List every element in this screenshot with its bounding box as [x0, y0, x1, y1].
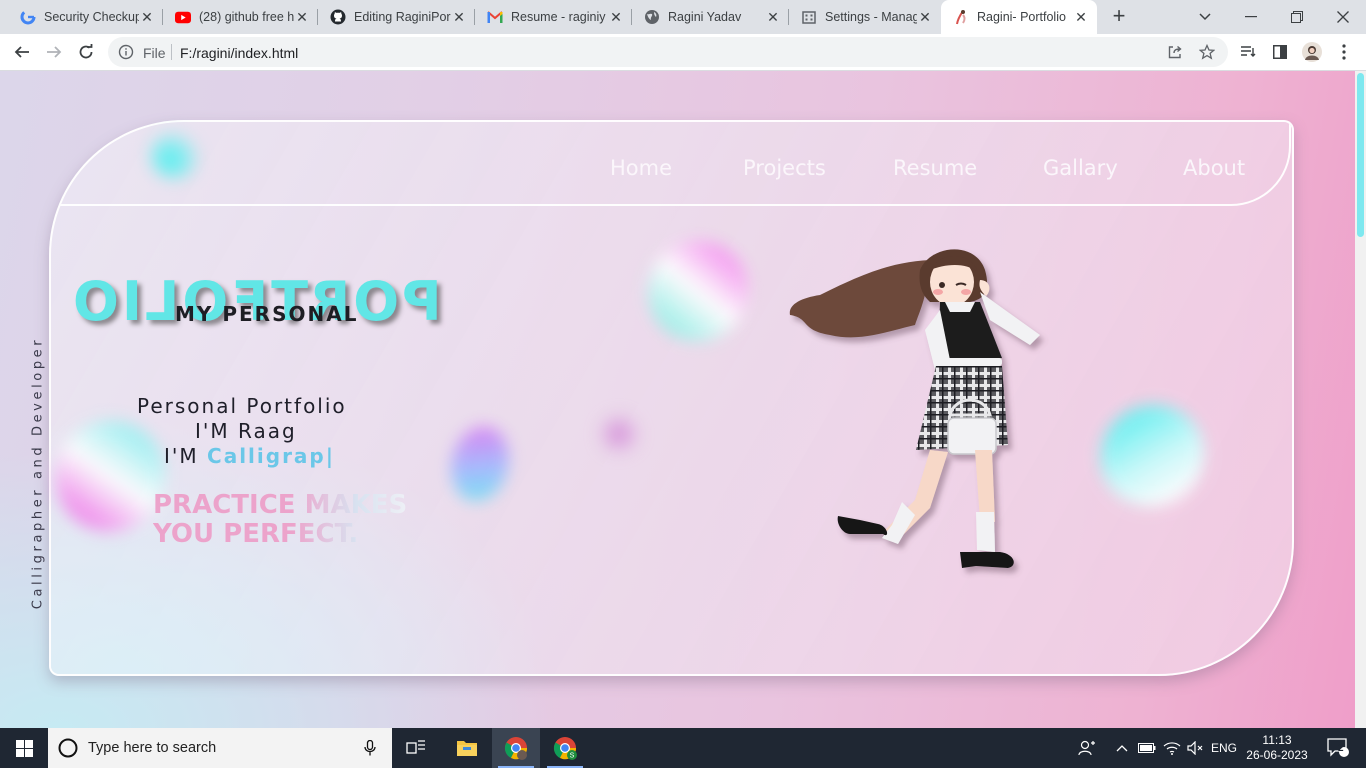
tab-title: Settings - Manag [825, 10, 917, 24]
bookmark-star-icon[interactable] [1198, 43, 1216, 60]
tab-title: Editing RaginiPor [354, 10, 451, 24]
svg-text:S: S [570, 753, 575, 760]
back-button[interactable] [8, 38, 36, 66]
browser-tab-strip: Security Checkup ✕ (28) github free h ✕ … [0, 0, 1366, 34]
windows-start-icon[interactable] [0, 728, 48, 768]
browser-toolbar: File F:/ragini/index.html [0, 34, 1366, 71]
close-tab-icon[interactable]: ✕ [608, 9, 624, 25]
file-explorer-icon[interactable] [443, 728, 491, 768]
address-bar[interactable]: File F:/ragini/index.html [108, 37, 1228, 67]
search-icon [58, 738, 78, 763]
system-clock[interactable]: 11:13 26-06-2023 [1244, 728, 1310, 768]
intro-line-3: I'M Calligrap| [164, 444, 335, 468]
motto-line-2: YOU PERFECT. [153, 519, 359, 549]
clock-date: 26-06-2023 [1246, 748, 1308, 762]
microphone-icon[interactable] [364, 739, 376, 761]
gmail-icon [487, 9, 503, 25]
close-tab-icon[interactable]: ✕ [1073, 9, 1089, 25]
tab-title: Security Checkup [44, 10, 139, 24]
windows-taskbar: Type here to search S ENG 11:13 26-06-20… [0, 728, 1366, 768]
restore-button[interactable] [1274, 0, 1320, 34]
input-language[interactable]: ENG [1208, 728, 1240, 768]
intro-line-1: Personal Portfolio [137, 394, 347, 418]
chrome-profile-taskbar-icon[interactable]: S [541, 728, 589, 768]
reading-list-icon[interactable] [1234, 38, 1262, 66]
close-tab-icon[interactable]: ✕ [139, 9, 155, 25]
my-personal-heading: MY PERSONAL [175, 302, 359, 326]
decorative-blob [598, 413, 640, 455]
tab-youtube[interactable]: (28) github free h ✕ [163, 0, 318, 34]
intro-line-2: I'M Raag [195, 419, 297, 443]
nav-home[interactable]: Home [610, 156, 672, 180]
search-placeholder: Type here to search [88, 740, 217, 756]
close-tab-icon[interactable]: ✕ [451, 9, 467, 25]
close-tab-icon[interactable]: ✕ [294, 9, 310, 25]
tab-github[interactable]: Editing RaginiPor ✕ [318, 0, 475, 34]
close-tab-icon[interactable]: ✕ [917, 9, 933, 25]
motto-quote: PRACTICE MAKES YOU PERFECT. [153, 491, 407, 549]
people-icon[interactable] [1074, 728, 1100, 768]
intro-prefix: I'M [164, 444, 199, 468]
page-viewport: Calligrapher and Developer Home Projects… [0, 71, 1355, 728]
tab-search-chevron-icon[interactable] [1182, 0, 1228, 34]
building-icon [801, 9, 817, 25]
nav-resume[interactable]: Resume [893, 156, 977, 180]
share-icon[interactable] [1167, 44, 1183, 60]
tab-ragini-yadav[interactable]: Ragini Yadav ✕ [632, 0, 789, 34]
tab-title: Ragini Yadav [668, 10, 742, 24]
notification-count: 2 [1338, 743, 1344, 754]
task-view-icon[interactable] [392, 728, 440, 768]
nav-panel: Home Projects Resume Gallary About [57, 122, 1291, 206]
nav-projects[interactable]: Projects [743, 156, 826, 180]
close-tab-icon[interactable]: ✕ [765, 9, 781, 25]
tab-title: Resume - raginiy [511, 10, 606, 24]
notification-center-icon[interactable]: 2 [1318, 728, 1358, 768]
portfolio-favicon-icon [953, 9, 969, 25]
tab-ragini-portfolio[interactable]: Ragini- Portfolio ✕ [941, 0, 1097, 34]
close-window-button[interactable] [1320, 0, 1366, 34]
github-icon [330, 9, 346, 25]
page-scrollbar[interactable] [1355, 71, 1366, 728]
vertical-tagline: Calligrapher and Developer [30, 336, 46, 610]
tab-security-checkup[interactable]: Security Checkup ✕ [8, 0, 163, 34]
forward-button[interactable] [40, 38, 68, 66]
profile-avatar[interactable] [1298, 38, 1326, 66]
tab-gmail[interactable]: Resume - raginiy ✕ [475, 0, 632, 34]
tab-title: (28) github free h [199, 10, 294, 24]
tab-title: Ragini- Portfolio [977, 10, 1066, 24]
tab-settings[interactable]: Settings - Manag ✕ [789, 0, 941, 34]
battery-icon[interactable] [1136, 728, 1158, 768]
reload-button[interactable] [72, 38, 100, 66]
chrome-taskbar-icon[interactable] [492, 728, 540, 768]
browser-menu-icon[interactable] [1330, 38, 1358, 66]
google-icon [20, 9, 36, 25]
character-illustration [789, 249, 1040, 568]
side-panel-icon[interactable] [1266, 38, 1294, 66]
address-divider [171, 44, 172, 60]
nav-gallary[interactable]: Gallary [1043, 156, 1118, 180]
minimize-button[interactable] [1228, 0, 1274, 34]
url-scheme-label: File [143, 45, 166, 61]
site-info-icon[interactable] [118, 44, 134, 60]
volume-muted-icon[interactable] [1184, 728, 1206, 768]
youtube-icon [175, 9, 191, 25]
nav-about[interactable]: About [1183, 156, 1245, 180]
decorative-blob [150, 131, 200, 179]
taskbar-search-box[interactable]: Type here to search [48, 728, 392, 768]
motto-line-1: PRACTICE MAKES [153, 490, 408, 520]
tray-chevron-up-icon[interactable] [1112, 728, 1132, 768]
wifi-icon[interactable] [1160, 728, 1184, 768]
clock-time: 11:13 [1262, 733, 1292, 747]
url-text[interactable]: F:/ragini/index.html [180, 45, 298, 61]
new-tab-button[interactable]: + [1106, 5, 1132, 29]
globe-icon [644, 9, 660, 25]
scrollbar-thumb[interactable] [1357, 73, 1364, 237]
typed-role-text: Calligrap| [207, 444, 336, 468]
